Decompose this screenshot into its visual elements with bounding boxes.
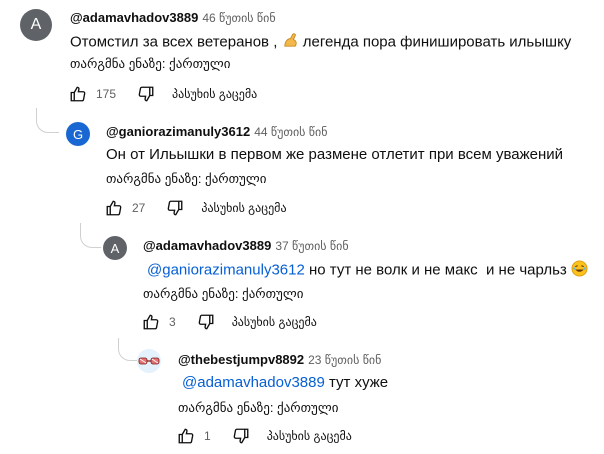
- translate-link[interactable]: თარგმნა ენაზე: ქართული: [106, 171, 266, 187]
- like-count: 175: [96, 87, 117, 101]
- comment-header: @adamavhadov3889 46 წუთის წინ: [70, 10, 276, 25]
- like-count: 27: [132, 201, 146, 215]
- reply-button[interactable]: პასუხის გაცემა: [172, 87, 257, 101]
- translate-link[interactable]: თარგმნა ენაზე: ქართული: [143, 286, 303, 302]
- thread-line: [80, 223, 101, 248]
- thumb-up-icon[interactable]: [102, 196, 126, 220]
- timestamp[interactable]: 44 წუთის წინ: [254, 125, 327, 139]
- comment-actions: 175 პასუხის გაცემა: [66, 82, 257, 106]
- thumb-up-icon[interactable]: [174, 424, 198, 448]
- author-name[interactable]: @adamavhadov3889: [70, 10, 198, 25]
- comment-text-part: но тут не волк и не макс и не чарльз: [304, 261, 567, 279]
- like-count: 1: [204, 429, 211, 443]
- comment-text: Отомстил за всех ветеранов , легенда пор…: [70, 32, 571, 53]
- comment-text: @ganiorazimanuly3612 но тут не волк и не…: [147, 260, 588, 281]
- mention-link[interactable]: @ganiorazimanuly3612: [147, 261, 305, 278]
- comment-text-part: легенда пора финишировать ильышку: [302, 33, 572, 51]
- comment-text: @adamavhadov3889 тут хуже: [182, 374, 388, 391]
- like-count: 3: [169, 315, 176, 329]
- translate-link[interactable]: თარგმნა ენაზე: ქართული: [178, 400, 338, 416]
- comment-actions: 3 პასუხის გაცემა: [139, 310, 317, 334]
- comment-text: Он от Ильышки в первом же размене отлети…: [106, 146, 564, 163]
- comment-actions: 27 პასუხის გაცემა: [102, 196, 287, 220]
- thumb-up-icon[interactable]: [139, 310, 163, 334]
- timestamp[interactable]: 23 წუთის წინ: [308, 353, 381, 367]
- reply-button[interactable]: პასუხის გაცემა: [201, 201, 286, 215]
- thumb-down-icon[interactable]: [163, 196, 187, 220]
- flexed-biceps-icon: [282, 32, 299, 53]
- thumb-down-icon[interactable]: [134, 82, 158, 106]
- comment-header: @adamavhadov3889 37 წუთის წინ: [143, 238, 349, 253]
- goggles-avatar-icon: [138, 357, 160, 365]
- thumb-down-icon[interactable]: [229, 424, 253, 448]
- translate-link[interactable]: თარგმნა ენაზე: ქართული: [70, 56, 230, 72]
- author-name[interactable]: @ganiorazimanuly3612: [106, 124, 250, 139]
- author-name[interactable]: @adamavhadov3889: [143, 238, 271, 253]
- author-name[interactable]: @thebestjumpv8892: [178, 352, 304, 367]
- avatar[interactable]: A: [20, 9, 52, 41]
- reply-button[interactable]: პასუხის გაცემა: [232, 315, 317, 329]
- reply-button[interactable]: პასუხის გაცემა: [267, 429, 352, 443]
- mention-link[interactable]: @adamavhadov3889: [182, 374, 325, 391]
- avatar[interactable]: [137, 349, 161, 373]
- comment-header: @thebestjumpv8892 23 წუთის წინ: [178, 352, 381, 367]
- laughing-face-icon: [571, 260, 588, 281]
- thumb-up-icon[interactable]: [66, 82, 90, 106]
- timestamp[interactable]: 37 წუთის წინ: [275, 239, 348, 253]
- comment-text-part: тут хуже: [324, 374, 389, 391]
- avatar-letter: A: [30, 16, 42, 33]
- comment-text-part: Отомстил за всех ветеранов ,: [70, 33, 278, 51]
- thread-line: [36, 108, 59, 133]
- avatar[interactable]: G: [66, 122, 90, 146]
- timestamp[interactable]: 46 წუთის წინ: [202, 11, 275, 25]
- comment-header: @ganiorazimanuly3612 44 წუთის წინ: [106, 124, 327, 139]
- avatar-letter: G: [72, 126, 84, 142]
- thread-line: [118, 338, 137, 361]
- thumb-down-icon[interactable]: [194, 310, 218, 334]
- comment-actions: 1 პასუხის გაცემა: [174, 424, 352, 448]
- avatar-letter: A: [110, 240, 120, 256]
- avatar[interactable]: A: [103, 236, 127, 260]
